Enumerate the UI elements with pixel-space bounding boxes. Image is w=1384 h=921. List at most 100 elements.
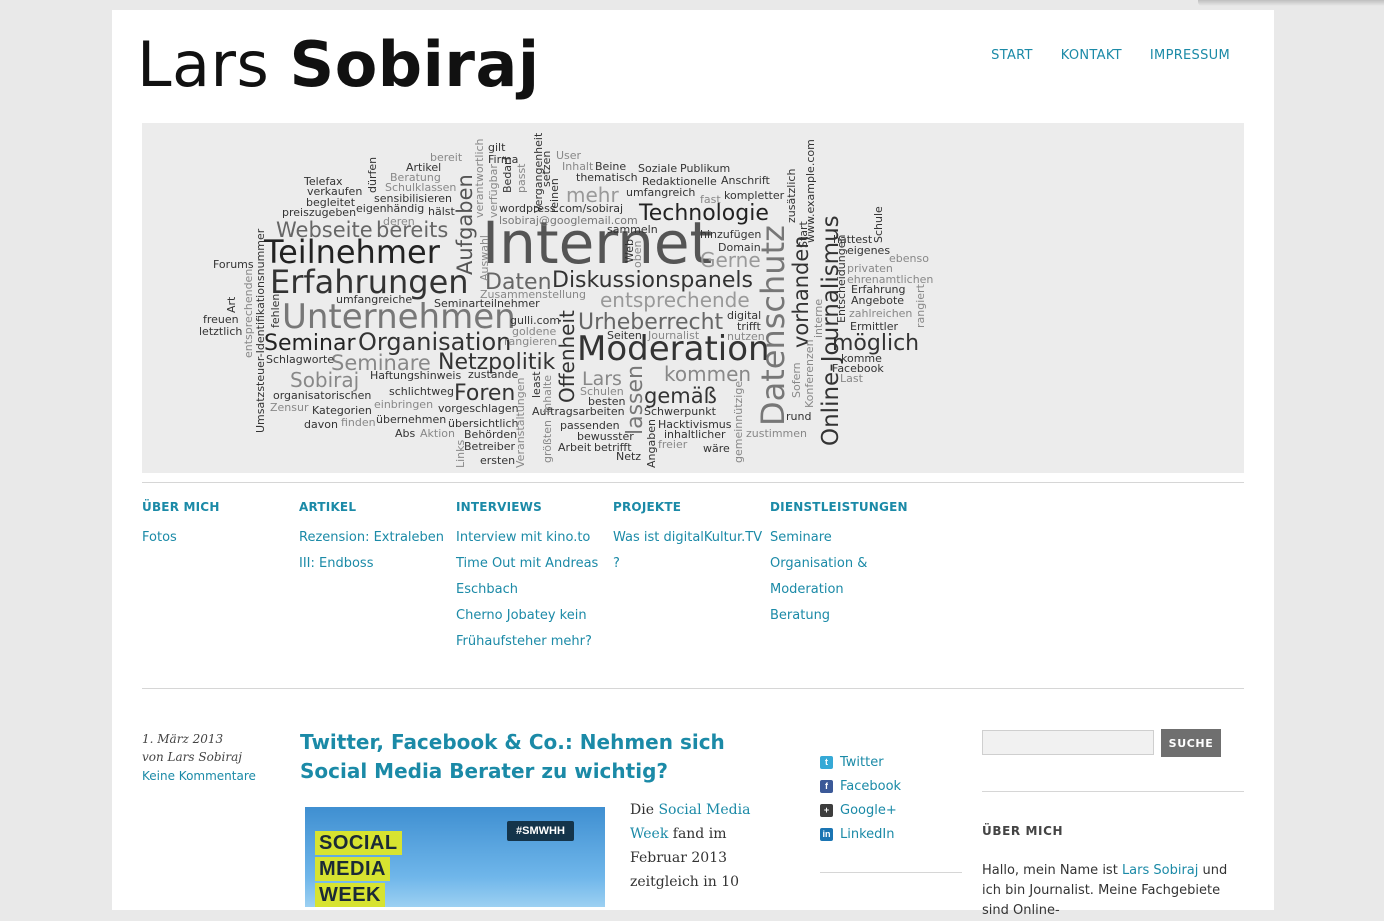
cloud-word: Aktion: [420, 427, 455, 440]
post-title[interactable]: Twitter, Facebook & Co.: Nehmen sich Soc…: [300, 728, 760, 786]
cloud-word: Seiten: [607, 329, 642, 342]
cloud-word: fast: [700, 193, 721, 206]
social-label[interactable]: LinkedIn: [840, 827, 894, 842]
cloud-word: wäre: [703, 442, 730, 455]
cloud-word: verfügbar: [487, 164, 500, 218]
image-word: WEEK: [315, 883, 385, 907]
cloud-word: sensibilisieren: [374, 192, 452, 205]
cloud-word: Web: [623, 239, 636, 263]
social-label[interactable]: Twitter: [840, 755, 884, 770]
cloud-word: kompletter: [724, 189, 785, 202]
column-interviews: INTERVIEWS Interview mit kino.to Time Ou…: [456, 500, 613, 655]
cloud-word: Umsatzsteuer-Identifikationsnummer: [254, 228, 267, 433]
page-container: Lars Sobiraj START KONTAKT IMPRESSUM Int…: [112, 10, 1274, 918]
cloud-word: setzen: [540, 151, 553, 187]
google-plus-icon: +: [820, 803, 833, 817]
post-image[interactable]: SOCIAL MEDIA WEEK #SMWHH: [305, 807, 605, 907]
column-title[interactable]: DIENSTLEISTUNGEN: [770, 500, 927, 514]
cloud-word: Zensur: [270, 401, 309, 414]
sidebar-about-title: ÜBER MICH: [982, 824, 1064, 838]
cloud-word: vorgeschlagen: [438, 402, 519, 415]
cloud-word: Last: [840, 372, 864, 385]
main-nav: START KONTAKT IMPRESSUM: [991, 48, 1230, 63]
site-title-last: Sobiraj: [289, 28, 540, 101]
cloud-word: Auswahl: [478, 235, 491, 281]
column-title[interactable]: ARTIKEL: [299, 500, 456, 514]
cloud-word: Ermittler: [850, 320, 899, 333]
cloud-word: Sofern: [790, 362, 803, 398]
nav-impressum[interactable]: IMPRESSUM: [1150, 48, 1230, 63]
cloud-word: Haftungshinweis: [370, 369, 461, 382]
post-author: von Lars Sobiraj: [142, 750, 242, 764]
column-link[interactable]: Cherno Jobatey kein Frühaufsteher mehr?: [456, 603, 613, 655]
social-label[interactable]: Google+: [840, 803, 897, 818]
cloud-word: Art: [225, 296, 238, 313]
column-link[interactable]: Organisation & Moderation: [770, 551, 927, 603]
cloud-word: Angaben: [645, 419, 658, 468]
cloud-word: finden: [341, 416, 376, 429]
cloud-word: Betreiber: [464, 440, 515, 453]
cloud-word: freier: [658, 438, 688, 451]
column-link[interactable]: Beratung: [770, 603, 927, 629]
cloud-word: besten: [588, 395, 626, 408]
cloud-word: Netz: [616, 450, 641, 463]
column-link[interactable]: Seminare: [770, 525, 927, 551]
nav-start[interactable]: START: [991, 48, 1033, 63]
cloud-word: verantwortlich: [473, 138, 486, 218]
facebook-icon: f: [820, 779, 833, 793]
search-button[interactable]: SUCHE: [1161, 729, 1221, 757]
cloud-word: Bedarf: [501, 155, 514, 193]
column-title[interactable]: ÜBER MICH: [142, 500, 299, 514]
nav-kontakt[interactable]: KONTAKT: [1061, 48, 1122, 63]
cloud-word: zustande: [468, 368, 518, 381]
cloud-word: Veranstaltungen: [514, 377, 527, 468]
cloud-word: Schlagworte: [266, 353, 334, 366]
word-cloud-banner: Internet Moderation Teilnehmer Erfahrungen U…: [142, 123, 1244, 473]
cloud-word: gilt: [488, 141, 506, 154]
image-word: MEDIA: [315, 857, 390, 881]
column-link[interactable]: Time Out mit Andreas Eschbach: [456, 551, 613, 603]
cloud-word: Arbeit: [558, 441, 592, 454]
cloud-word: größten: [541, 420, 554, 463]
column-link[interactable]: Interview mit kino.to: [456, 525, 613, 551]
about-name-link[interactable]: Lars Sobiraj: [1122, 863, 1198, 878]
column-title[interactable]: PROJEKTE: [613, 500, 770, 514]
cloud-word: Publikum: [680, 162, 730, 175]
column-title[interactable]: INTERVIEWS: [456, 500, 613, 514]
cloud-word: Inhalt: [562, 160, 594, 173]
cloud-word: Links: [454, 439, 467, 468]
cloud-word: Schule: [872, 206, 885, 243]
image-word: SOCIAL: [315, 831, 402, 855]
image-hashtag: #SMWHH: [507, 821, 574, 841]
cloud-word: eigenes: [847, 244, 890, 257]
column-link[interactable]: Fotos: [142, 525, 299, 551]
cloud-word: hinzufügen: [700, 228, 761, 241]
cloud-word: preiszugeben: [282, 206, 356, 219]
sidebar-about-text: Hallo, mein Name ist Lars Sobiraj und ic…: [982, 861, 1244, 921]
site-title[interactable]: Lars Sobiraj: [137, 20, 540, 110]
cloud-word: hälst: [428, 205, 455, 218]
cloud-word: rangiert: [914, 283, 927, 328]
social-twitter[interactable]: t Twitter: [820, 750, 901, 774]
column-ueber-mich: ÜBER MICH Fotos: [142, 500, 299, 655]
footer-widgets: ÜBER MICH Fotos ARTIKEL Rezension: Extra…: [142, 500, 927, 655]
social-facebook[interactable]: f Facebook: [820, 774, 901, 798]
social-google-plus[interactable]: + Google+: [820, 798, 901, 822]
cloud-word: einbringen: [374, 398, 433, 411]
social-linkedin[interactable]: in LinkedIn: [820, 822, 901, 846]
cloud-word: Abs: [395, 427, 416, 440]
column-link[interactable]: Was ist digitalKultur.TV ?: [613, 525, 770, 577]
sidebar-divider: [982, 791, 1244, 792]
column-link[interactable]: Rezension: Extraleben III: Endboss: [299, 525, 456, 577]
social-label[interactable]: Facebook: [840, 779, 901, 794]
post-comments-link[interactable]: Keine Kommentare: [142, 766, 256, 786]
cloud-word: Anschrift: [721, 174, 771, 187]
cloud-word: letztlich: [199, 325, 242, 338]
post-meta: 1. März 2013 von Lars Sobiraj Keine Komm…: [142, 730, 256, 786]
cloud-word: davon: [304, 418, 338, 431]
cloud-word: Beine: [595, 160, 626, 173]
cloud-word: umfangreiche: [336, 293, 412, 306]
cloud-word: Journalist: [647, 329, 700, 342]
post-date: 1. März 2013: [142, 732, 224, 746]
search-input[interactable]: [982, 730, 1154, 755]
